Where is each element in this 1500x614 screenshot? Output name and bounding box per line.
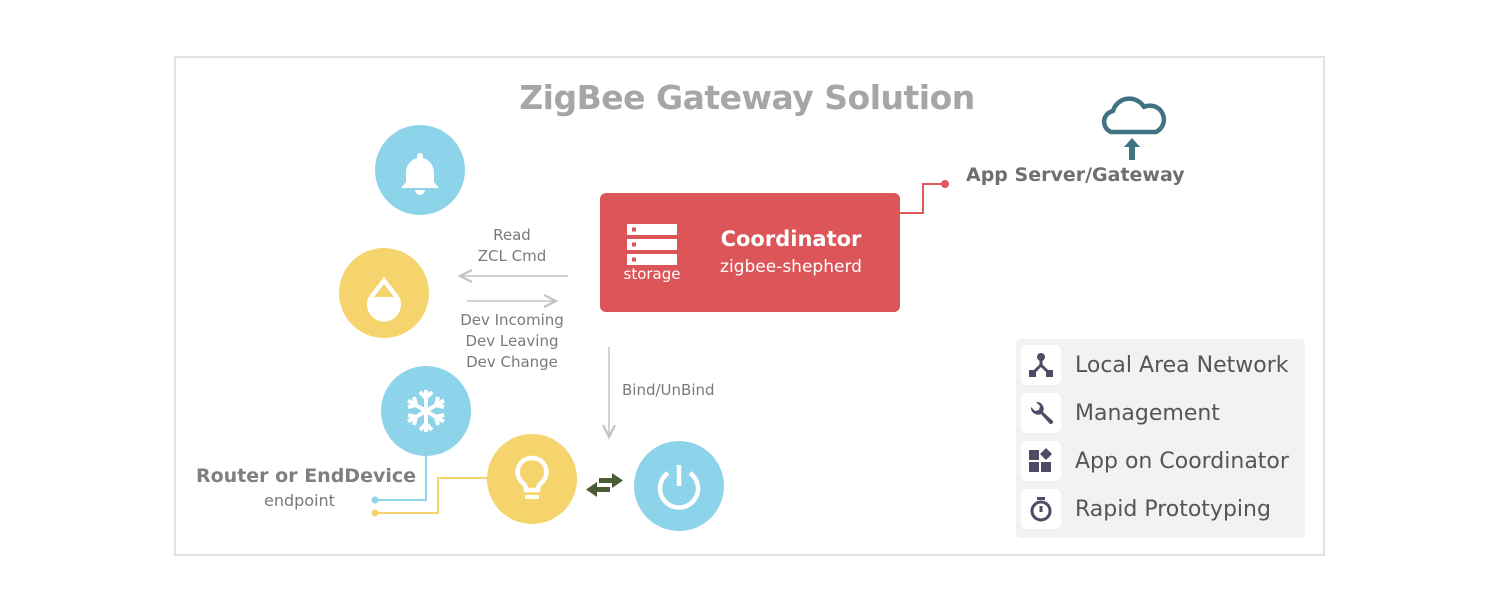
flow-label-change: Dev Change (466, 353, 558, 371)
bell-icon (401, 153, 439, 195)
coordinator-subtitle: zigbee-shepherd (720, 257, 862, 277)
feature-label: App on Coordinator (1075, 448, 1289, 474)
flow-label-leaving: Dev Leaving (465, 332, 559, 350)
feature-label: Management (1075, 400, 1220, 426)
snowflake-icon (406, 390, 446, 432)
feature-label: Rapid Prototyping (1075, 496, 1271, 522)
flow-label-zcl: ZCL Cmd (477, 247, 547, 265)
coordinator-title: Coordinator (720, 227, 862, 251)
flow-label-incoming: Dev Incoming (460, 311, 564, 329)
dev-events-label-group: Dev Incoming Dev Leaving Dev Change (447, 310, 577, 373)
device-power[interactable] (634, 441, 724, 531)
light-bulb-icon (515, 455, 549, 499)
features-legend: Local Area Network Management App on Coo… (1016, 339, 1305, 538)
wrench-icon (1021, 393, 1061, 433)
storage-label: storage (623, 265, 681, 283)
coordinator-to-server-line (900, 183, 945, 214)
feature-item: App on Coordinator (1021, 441, 1289, 481)
server-link-dot (941, 180, 949, 188)
stopwatch-icon (1021, 489, 1061, 529)
read-label-group: Read ZCL Cmd (452, 225, 572, 267)
feature-item: Rapid Prototyping (1021, 489, 1271, 529)
device-bell[interactable] (375, 125, 465, 215)
feature-label: Local Area Network (1075, 352, 1289, 378)
cloud-upload-icon (1101, 96, 1167, 160)
water-drop-icon (367, 277, 401, 322)
device-snowflake[interactable] (381, 366, 471, 456)
swap-arrows-icon (586, 473, 623, 497)
endpoint-dot-yellow (371, 509, 379, 517)
device-drop[interactable] (339, 248, 429, 338)
bind-label: Bind/UnBind (622, 381, 715, 399)
app-server-label: App Server/Gateway (966, 164, 1185, 186)
endpoint-dot-blue (371, 496, 379, 504)
feature-item: Local Area Network (1021, 345, 1289, 385)
endpoint-label: endpoint (264, 491, 335, 510)
power-icon (657, 465, 701, 510)
apps-icon (1021, 441, 1061, 481)
flow-label-read: Read (493, 226, 531, 244)
network-icon (1021, 345, 1061, 385)
router-enddevice-label: Router or EndDevice (196, 465, 417, 487)
server-stack-icon (627, 224, 677, 265)
feature-item: Management (1021, 393, 1220, 433)
device-bulb[interactable] (487, 434, 577, 524)
